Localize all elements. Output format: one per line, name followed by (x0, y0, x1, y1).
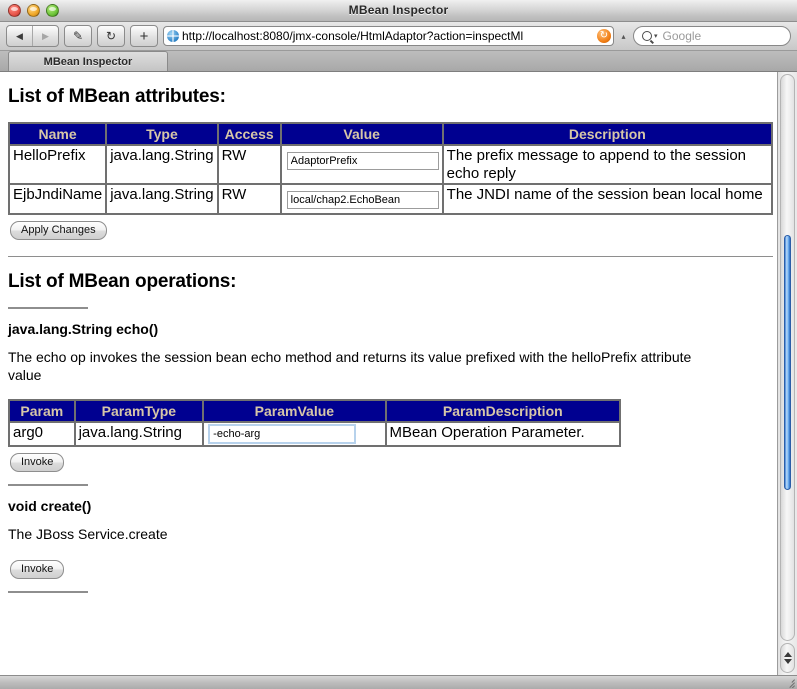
operations-heading: List of MBean operations: (8, 271, 237, 293)
apply-changes-button[interactable]: Apply Changes (10, 221, 107, 241)
title-bar: MBean Inspector (0, 0, 797, 22)
resize-grip[interactable] (783, 676, 795, 688)
table-row: HelloPrefix java.lang.String RW The pref… (9, 145, 772, 185)
attribute-access: RW (217, 184, 281, 215)
content-area: List of MBean attributes: Name Type Acce… (0, 72, 797, 675)
operation-signature-create: void create() (8, 498, 92, 515)
add-bookmark-button[interactable]: + (130, 25, 158, 47)
search-placeholder: Google (662, 29, 702, 43)
tab-mbean-inspector[interactable]: MBean Inspector (8, 51, 168, 71)
attributes-table-header-row: Name Type Access Value Description (9, 123, 772, 145)
navigation-button-group: ◀ ▶ (6, 25, 59, 47)
forward-button[interactable]: ▶ (32, 26, 58, 46)
invoke-button-echo[interactable]: Invoke (10, 453, 65, 473)
table-row: EjbJndiName java.lang.String RW The JNDI… (9, 184, 772, 215)
invoke-button-create[interactable]: Invoke (10, 560, 65, 580)
globe-icon (167, 30, 179, 42)
reload-icon[interactable]: ↻ (97, 25, 125, 47)
vertical-scrollbar[interactable] (777, 72, 797, 675)
column-header-access: Access (217, 123, 281, 145)
status-bar (0, 675, 797, 689)
param-description: MBean Operation Parameter. (385, 422, 620, 447)
attribute-value-input-helloprefix[interactable] (286, 152, 439, 170)
search-input[interactable]: ▾ Google (633, 26, 791, 46)
param-value-cell (203, 422, 386, 447)
param-type: java.lang.String (74, 422, 204, 447)
parameters-table-header-row: Param ParamType ParamValue ParamDescript… (9, 400, 620, 423)
param-name: arg0 (9, 422, 75, 447)
browser-window: MBean Inspector ◀ ▶ ✎ ↻ + http://localho… (0, 0, 797, 689)
scrollbar-stepper-group (780, 643, 795, 673)
operation-divider (8, 484, 88, 487)
attribute-type: java.lang.String (106, 184, 218, 215)
table-row: arg0 java.lang.String MBean Operation Pa… (9, 422, 620, 447)
attribute-description: The prefix message to append to the sess… (442, 145, 772, 185)
search-icon (642, 31, 652, 41)
attribute-description: The JNDI name of the session bean local … (442, 184, 772, 215)
attribute-type: java.lang.String (106, 145, 218, 185)
scrollbar-track[interactable] (780, 74, 795, 641)
chevron-down-icon[interactable]: ▾ (654, 32, 658, 40)
window-title: MBean Inspector (348, 3, 449, 17)
column-header-paramdescription: ParamDescription (385, 400, 620, 423)
edit-icon[interactable]: ✎ (64, 25, 92, 47)
page-body: List of MBean attributes: Name Type Acce… (0, 72, 777, 675)
address-bar-text: http://localhost:8080/jmx-console/HtmlAd… (182, 29, 524, 43)
column-header-description: Description (442, 123, 772, 145)
scroll-down-icon[interactable] (783, 659, 792, 664)
address-bar[interactable]: http://localhost:8080/jmx-console/HtmlAd… (163, 26, 614, 46)
operation-parameters-table: Param ParamType ParamValue ParamDescript… (8, 399, 621, 448)
scroll-up-icon[interactable] (783, 652, 792, 657)
browser-toolbar: ◀ ▶ ✎ ↻ + http://localhost:8080/jmx-cons… (0, 22, 797, 51)
attribute-access: RW (217, 145, 281, 185)
attributes-heading: List of MBean attributes: (8, 86, 226, 107)
attribute-name: HelloPrefix (9, 145, 107, 185)
section-divider (8, 256, 773, 258)
operation-description-create: The JBoss Service.create (8, 526, 168, 543)
back-button[interactable]: ◀ (7, 26, 32, 46)
tab-bar: MBean Inspector (0, 51, 797, 72)
operation-divider (8, 591, 88, 594)
attribute-value-input-ejbjndiname[interactable] (286, 191, 439, 210)
column-header-paramtype: ParamType (74, 400, 204, 423)
attribute-value-cell (280, 145, 443, 185)
column-header-name: Name (9, 123, 107, 145)
column-header-paramvalue: ParamValue (203, 400, 386, 423)
column-header-value: Value (280, 123, 443, 145)
param-value-input-arg0[interactable] (208, 424, 357, 445)
operation-description-echo: The echo op invokes the session bean ech… (8, 349, 692, 384)
stop-reload-icon[interactable]: ↻ (597, 29, 611, 43)
column-header-param: Param (9, 400, 75, 423)
tab-label: MBean Inspector (43, 55, 133, 68)
chevron-up-icon[interactable]: ▴ (619, 32, 628, 41)
column-header-type: Type (106, 123, 218, 145)
attribute-value-cell (280, 184, 443, 215)
scrollbar-thumb[interactable] (784, 235, 791, 490)
attributes-table: Name Type Access Value Description Hello… (8, 122, 773, 216)
operation-signature-echo: java.lang.String echo() (8, 321, 159, 338)
operation-divider (8, 307, 88, 310)
attribute-name: EjbJndiName (9, 184, 107, 215)
